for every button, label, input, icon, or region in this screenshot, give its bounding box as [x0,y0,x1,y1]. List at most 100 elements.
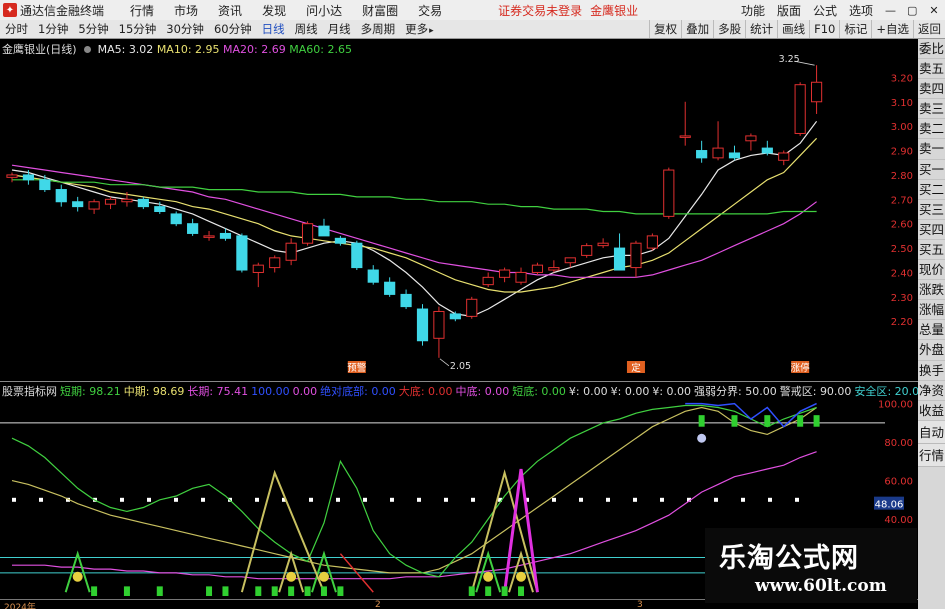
period-more[interactable]: 更多 [400,21,439,37]
signal-marker-label: 定 [631,362,641,374]
period-15min[interactable]: 15分钟 [114,21,162,37]
period-1min[interactable]: 1分钟 [33,21,73,37]
candle-body [794,84,806,134]
time-axis-tick-mar: 3 [637,600,643,609]
menu-news[interactable]: 资讯 [208,2,252,19]
indicator-legend-item: ¥: 0.00 [568,385,608,398]
menu-options[interactable]: 选项 [843,2,879,19]
candle-body [121,198,133,203]
tool-statistics[interactable]: 统计 [745,20,777,38]
ma-line-ma10 [11,137,818,293]
quote-field-label[interactable]: 卖一 [918,139,945,160]
period-multi[interactable]: 多周期 [356,21,401,37]
quote-field-label[interactable]: 买四 [918,220,945,240]
kline-svg[interactable]: 3.20 3.10 3.00 2.90 2.80 2.70 2.60 2.50 2.40 2.30… [0,39,918,381]
candle-body [679,135,691,138]
quote-field-label[interactable]: 卖五 [918,59,945,80]
candle-body [646,235,658,249]
quote-field-label[interactable]: 外盘 [918,340,945,361]
period-monthly[interactable]: 月线 [323,21,356,37]
menu-trade[interactable]: 交易 [408,2,452,19]
tool-back[interactable]: 返回 [913,20,945,38]
quote-field-label[interactable]: 总量 [918,320,945,341]
candle-body [154,206,166,213]
period-daily[interactable]: 日线 [257,21,290,37]
maximize-icon[interactable]: ▢ [901,4,923,17]
title-right-menus: 功能 版面 公式 选项 — ▢ ✕ [735,0,945,20]
period-60min[interactable]: 60分钟 [209,21,257,37]
quote-field-label[interactable]: 现价 [918,260,945,281]
tool-mark[interactable]: 标记 [839,20,871,38]
quote-field-label[interactable]: 换手 [918,361,945,381]
low-mark-arrow [439,358,450,367]
quote-field-label[interactable]: 卖四 [918,79,945,100]
menu-ask[interactable]: 问小达 [296,2,352,19]
boundary-dot [660,497,664,502]
short-bottom-bar [91,586,98,596]
smile-icon [516,571,527,582]
quote-side-strip: 委比 卖五 卖四 卖三 卖二 卖一 买一 买二 买三 买四 买五 现价 涨跌 涨幅 总量 外盘 换手 净资 收益 自动… [918,39,945,609]
period-5min[interactable]: 5分钟 [73,21,113,37]
login-alert[interactable]: 证券交易未登录 [498,2,582,19]
quote-field-label[interactable]: 卖二 [918,119,945,140]
tool-adjust[interactable]: 复权 [649,20,681,38]
minimize-icon[interactable]: — [879,4,901,17]
candle-body [466,298,478,317]
period-weekly[interactable]: 周线 [290,21,323,37]
menu-market-quotes[interactable]: 行情 [120,2,164,19]
indicator-legend-item: 中期: 98.69 [123,385,185,398]
auto-button[interactable]: 自动 [918,420,945,444]
mid-line [11,406,817,574]
high-price-mark: 3.25 [779,54,800,65]
candle-body [400,293,412,308]
top-warning-bar [813,415,820,427]
price-axis-label: 2.80 [891,171,913,182]
candle-body [515,271,527,283]
candle-body [170,213,182,225]
candle-body [72,201,84,208]
smile-icon [286,571,297,582]
short-bottom-bar [320,586,327,596]
tool-f10[interactable]: F10 [809,20,839,38]
quote-field-label[interactable]: 涨跌 [918,280,945,301]
quote-field-label[interactable]: 买一 [918,160,945,180]
tool-multi-stock[interactable]: 多股 [713,20,745,38]
quote-field-label[interactable]: 卖三 [918,99,945,120]
quotes-button[interactable]: 行情 [918,443,945,467]
quote-field-label[interactable]: 涨幅 [918,300,945,321]
tool-draw-line[interactable]: 画线 [777,20,809,38]
period-intraday[interactable]: 分时 [0,21,33,37]
menu-discover[interactable]: 发现 [252,2,296,19]
short-bottom-bar [206,586,213,596]
settings-dot-icon[interactable] [84,46,92,53]
close-icon[interactable]: ✕ [923,4,945,17]
tool-overlay[interactable]: 叠加 [681,20,713,38]
candle-body [696,150,708,159]
ma60-label: MA60: 2.65 [289,43,352,56]
candle-body [285,242,297,261]
boundary-dot [255,497,259,502]
menu-functions[interactable]: 功能 [735,2,771,19]
stock-label: 金鹰银业(日线) [2,43,77,56]
boundary-dot [336,497,340,502]
menu-wealth[interactable]: 财富圈 [352,2,408,19]
quote-field-label[interactable]: 委比 [918,39,945,60]
quote-field-label[interactable]: 净资 [918,381,945,401]
quote-field-label[interactable]: 买三 [918,200,945,220]
menu-formula[interactable]: 公式 [807,2,843,19]
indicator-legend-item: 安全区: 20.00 [854,385,927,398]
candle-body [613,247,626,271]
tool-add-watchlist[interactable]: +自选 [871,20,913,38]
menu-layout[interactable]: 版面 [771,2,807,19]
candle-body [548,267,560,271]
menu-market[interactable]: 市场 [164,2,208,19]
main-kline-chart[interactable]: 3.20 3.10 3.00 2.90 2.80 2.70 2.60 2.50 2.40 2.30… [0,39,918,381]
ma-line-ma20 [11,164,817,278]
smile-icon [318,571,329,582]
period-30min[interactable]: 30分钟 [161,21,209,37]
price-axis-label: 2.50 [891,244,913,255]
quote-field-label[interactable]: 收益 [918,401,945,421]
ma-line-ma60 [12,179,817,215]
quote-field-label[interactable]: 买五 [918,240,945,261]
quote-field-label[interactable]: 买二 [918,180,945,200]
